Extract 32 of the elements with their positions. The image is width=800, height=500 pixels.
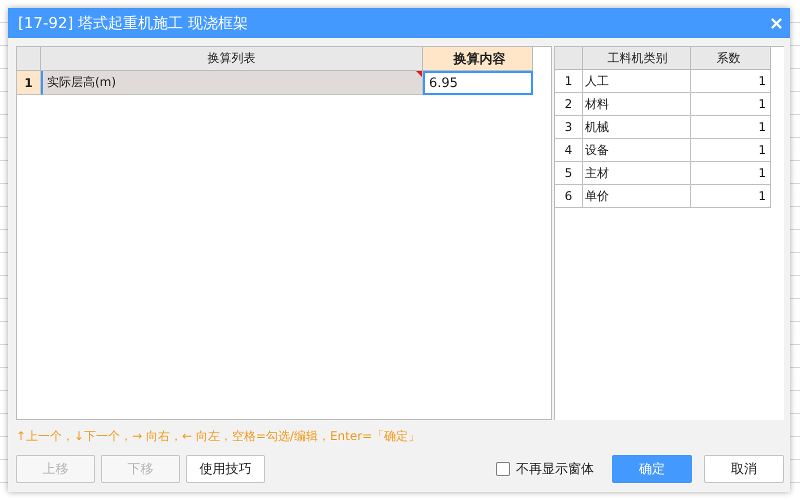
table-cell: 材料 <box>583 93 691 116</box>
row-number: 3 <box>555 116 583 139</box>
table-cell: 1 <box>691 70 771 93</box>
column-header: 工料机类别 <box>583 47 691 70</box>
column-header: 换算列表 <box>41 47 423 71</box>
row-number: 1 <box>17 71 41 95</box>
checkbox-label[interactable]: 不再显示窗体 <box>516 460 594 478</box>
table-cell: 单价 <box>583 185 691 208</box>
cancel-button[interactable]: 取消 <box>704 455 784 483</box>
row-number: 5 <box>555 162 583 185</box>
table-cell: 1 <box>691 93 771 116</box>
row-number: 2 <box>555 93 583 116</box>
table-cell[interactable]: 实际层高(m) <box>41 71 423 95</box>
row-number: 6 <box>555 185 583 208</box>
table-cell: 1 <box>691 116 771 139</box>
keyboard-hint: ↑上一个，↓下一个，→ 向右，← 向左，空格=勾选/编辑，Enter=「确定」 <box>16 428 422 445</box>
column-header: 系数 <box>691 47 771 70</box>
close-icon[interactable] <box>771 18 782 28</box>
table-cell: 1 <box>691 185 771 208</box>
table-cell: 1 <box>691 139 771 162</box>
table-cell: 人工 <box>583 70 691 93</box>
table-cell: 设备 <box>583 139 691 162</box>
checkbox[interactable] <box>496 462 510 476</box>
table-cell: 主材 <box>583 162 691 185</box>
row-number: 1 <box>555 70 583 93</box>
table-cell: 1 <box>691 162 771 185</box>
action-button[interactable]: 使用技巧 <box>186 455 265 483</box>
table-cell: 机械 <box>583 116 691 139</box>
column-header: 换算内容 <box>423 47 533 71</box>
value-input[interactable]: 6.95 <box>423 71 533 95</box>
window-title: [17-92] 塔式起重机施工 现浇框架 <box>18 14 249 32</box>
row-number: 4 <box>555 139 583 162</box>
